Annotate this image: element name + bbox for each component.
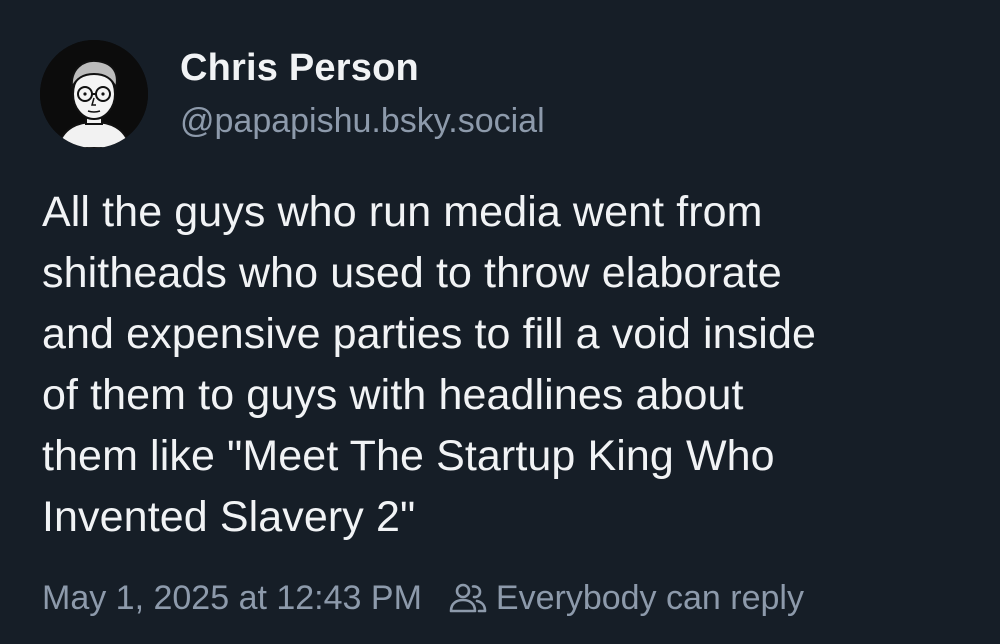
avatar[interactable] [40,40,148,148]
post-header: Chris Person @papapishu.bsky.social [40,40,545,148]
author-display-name[interactable]: Chris Person [180,44,545,92]
author-handle[interactable]: @papapishu.bsky.social [180,98,545,144]
avatar-illustration [40,40,148,148]
post-text: All the guys who run media went from shi… [42,188,816,541]
reply-setting: Everybody can reply [448,575,804,621]
post-card: Chris Person @papapishu.bsky.social All … [0,0,1000,644]
post-footer: May 1, 2025 at 12:43 PM Everybody can re… [42,575,804,621]
post-timestamp[interactable]: May 1, 2025 at 12:43 PM [42,575,422,621]
people-icon [449,583,487,613]
author-names: Chris Person @papapishu.bsky.social [180,44,545,144]
reply-setting-label: Everybody can reply [495,579,804,617]
